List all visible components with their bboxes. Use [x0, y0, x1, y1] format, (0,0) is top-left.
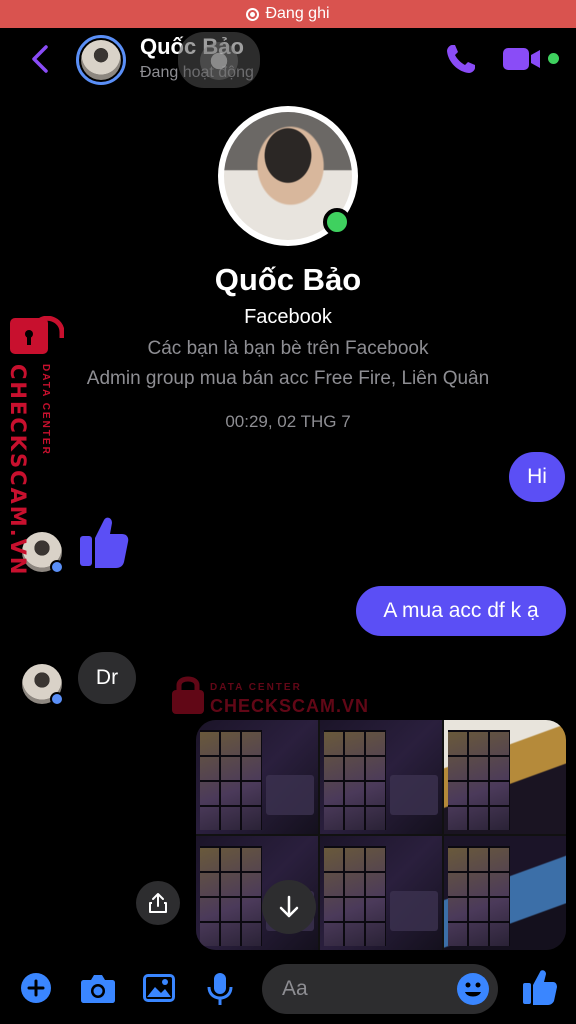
watermark-brand: CHECKSCAM.VN — [210, 696, 370, 716]
thumbs-up-icon[interactable] — [522, 968, 558, 1006]
shared-images-grid[interactable] — [196, 720, 566, 950]
watermark-brand: CHECKSCAM.VN — [6, 364, 30, 577]
microphone-icon[interactable] — [206, 972, 234, 1006]
shared-image[interactable] — [444, 836, 566, 950]
incoming-message[interactable]: Dr — [78, 652, 136, 704]
header-avatar[interactable] — [76, 35, 126, 85]
shared-image[interactable] — [320, 720, 442, 834]
watermark-tagline: DATA CENTER — [40, 364, 51, 456]
gallery-icon[interactable] — [142, 972, 176, 1004]
watermark-center: DATA CENTER CHECKSCAM.VN — [170, 670, 370, 720]
outgoing-message[interactable]: Hi — [509, 452, 565, 502]
share-icon — [149, 893, 167, 913]
recording-label: Đang ghi — [265, 5, 330, 22]
share-button[interactable] — [136, 881, 180, 925]
recording-status-bar[interactable]: Đang ghi — [0, 0, 576, 28]
watermark-lock-icon — [172, 676, 204, 714]
message-timestamp: 00:29, 02 THG 7 — [225, 412, 351, 431]
watermark-lock-icon — [10, 316, 64, 354]
profile-name: Quốc Bảo — [214, 262, 362, 297]
plus-icon[interactable] — [20, 972, 52, 1004]
shared-image[interactable] — [320, 836, 442, 950]
outgoing-message[interactable]: A mua acc df k ạ — [356, 586, 566, 636]
messenger-badge-icon — [50, 560, 64, 574]
messenger-badge-icon — [50, 692, 64, 706]
scroll-to-bottom-button[interactable] — [262, 880, 316, 934]
shared-image[interactable] — [444, 720, 566, 834]
profile-platform: Facebook — [244, 306, 332, 328]
watermark-vertical: CHECKSCAM.VN DATA CENTER — [4, 316, 66, 577]
video-call-icon[interactable] — [502, 46, 542, 72]
shared-image[interactable] — [196, 720, 318, 834]
arrow-down-icon — [279, 895, 299, 918]
online-indicator — [323, 208, 351, 236]
chat-header: Quốc Bảo Đang hoạt động — [0, 28, 576, 94]
message-input[interactable] — [282, 974, 442, 1004]
composer-bar — [0, 956, 576, 1024]
watermark-tagline: DATA CENTER — [210, 682, 302, 693]
recording-icon — [246, 7, 260, 21]
thumbs-up-icon[interactable] — [78, 514, 130, 570]
emoji-icon[interactable] — [456, 972, 490, 1006]
camera-icon[interactable] — [80, 972, 116, 1004]
back-chevron-icon[interactable] — [28, 42, 54, 76]
phone-call-icon[interactable] — [444, 42, 478, 76]
message-composer[interactable] — [262, 964, 498, 1014]
profile-friendship-info: Các bạn là bạn bè trên Facebook — [147, 338, 429, 359]
video-online-dot — [548, 53, 559, 64]
profile-bio: Admin group mua bán acc Free Fire, Liên … — [86, 368, 490, 389]
screen-recording-indicator — [178, 32, 260, 88]
